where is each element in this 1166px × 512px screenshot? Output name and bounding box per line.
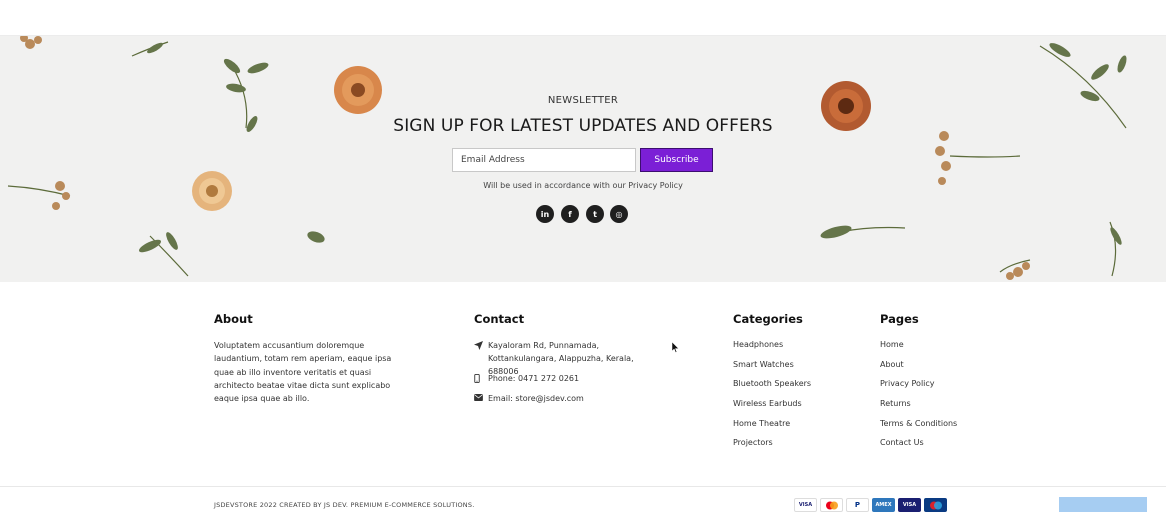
newsletter-kicker: NEWSLETTER <box>547 95 619 106</box>
payment-methods: VISA P AMEX VISA <box>794 498 947 512</box>
category-link-projectors[interactable]: Projectors <box>733 438 773 447</box>
category-link-headphones[interactable]: Headphones <box>733 340 783 349</box>
instagram-icon[interactable]: ◎ <box>610 205 628 223</box>
copyright-text: JSDEVSTORE 2022 CREATED BY JS DEV. PREMI… <box>214 501 475 509</box>
facebook-icon[interactable]: f <box>561 205 579 223</box>
page-link-home[interactable]: Home <box>880 340 904 349</box>
mastercard-icon <box>820 498 843 512</box>
page-link-contact-us[interactable]: Contact Us <box>880 438 924 447</box>
email-text: Email: store@jsdev.com <box>488 394 584 403</box>
newsletter-title: SIGN UP FOR LATEST UPDATES AND OFFERS <box>393 116 773 136</box>
twitter-icon[interactable]: t <box>586 205 604 223</box>
footer-divider <box>0 486 1166 487</box>
newsletter-section: NEWSLETTER SIGN UP FOR LATEST UPDATES AN… <box>0 36 1166 282</box>
contact-phone: Phone: 0471 272 0261 <box>474 372 663 385</box>
page-link-returns[interactable]: Returns <box>880 399 911 408</box>
category-link-wireless-earbuds[interactable]: Wireless Earbuds <box>733 399 802 408</box>
privacy-note: Will be used in accordance with our Priv… <box>483 181 683 190</box>
pages-heading: Pages <box>880 312 919 326</box>
about-heading: About <box>214 312 253 326</box>
amex-icon: AMEX <box>872 498 895 512</box>
page-link-about[interactable]: About <box>880 360 904 369</box>
phone-text: Phone: 0471 272 0261 <box>488 374 580 383</box>
visa-electron-icon: VISA <box>898 498 921 512</box>
contact-email: Email: store@jsdev.com <box>474 392 663 405</box>
page-link-terms-conditions[interactable]: Terms & Conditions <box>880 419 957 428</box>
paypal-icon: P <box>846 498 869 512</box>
visa-icon: VISA <box>794 498 817 512</box>
top-header-bar <box>0 0 1166 36</box>
about-text: Voluptatem accusantium doloremque laudan… <box>214 341 392 404</box>
email-input[interactable] <box>452 148 636 172</box>
social-links: in f t ◎ <box>536 205 636 223</box>
page-link-privacy-policy[interactable]: Privacy Policy <box>880 379 935 388</box>
linkedin-icon[interactable]: in <box>536 205 554 223</box>
contact-heading: Contact <box>474 312 525 326</box>
categories-heading: Categories <box>733 312 803 326</box>
mouse-cursor-icon <box>672 342 679 353</box>
maestro-icon <box>924 498 947 512</box>
category-link-smart-watches[interactable]: Smart Watches <box>733 360 794 369</box>
envelope-icon <box>474 392 488 405</box>
scroll-to-top-button[interactable] <box>1059 497 1147 512</box>
category-link-bluetooth-speakers[interactable]: Bluetooth Speakers <box>733 379 811 388</box>
subscribe-button[interactable]: Subscribe <box>640 148 713 172</box>
mobile-phone-icon <box>474 372 488 385</box>
category-link-home-theatre[interactable]: Home Theatre <box>733 419 790 428</box>
